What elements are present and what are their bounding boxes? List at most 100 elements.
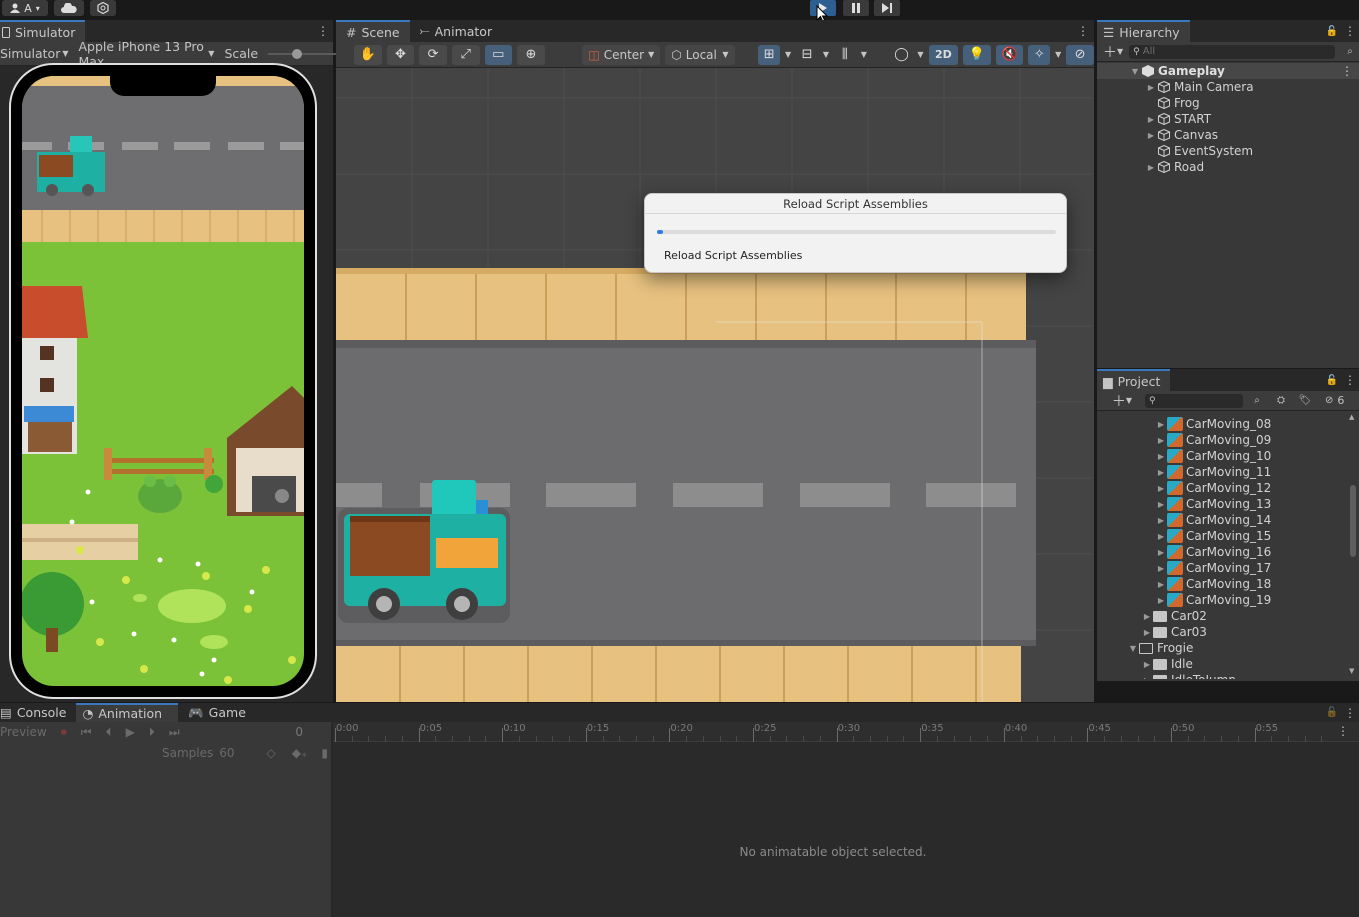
hierarchy-search[interactable]: ⚲ All xyxy=(1129,44,1335,59)
project-anim-item[interactable]: ▶ CarMoving_19 xyxy=(1097,592,1347,608)
expand-arrow-icon[interactable]: ▶ xyxy=(1145,115,1157,124)
lock-icon[interactable]: 🔓 xyxy=(1323,369,1341,391)
hierarchy-item[interactable]: ▶ Road xyxy=(1097,159,1359,175)
cloud-button[interactable] xyxy=(54,0,84,16)
project-anim-item[interactable]: ▶ CarMoving_09 xyxy=(1097,432,1347,448)
project-anim-item[interactable]: ▶ CarMoving_17 xyxy=(1097,560,1347,576)
expand-arrow-icon[interactable]: ▶ xyxy=(1155,548,1167,557)
label-icon[interactable]: 🏷 xyxy=(1295,395,1315,406)
move-tool[interactable]: ✥ xyxy=(386,44,415,65)
scrollbar-thumb[interactable] xyxy=(1350,485,1356,557)
pause-button[interactable] xyxy=(843,0,869,16)
expand-arrow-icon[interactable]: ▶ xyxy=(1155,500,1167,509)
collab-button[interactable] xyxy=(90,0,116,16)
expand-arrow-icon[interactable]: ▶ xyxy=(1155,436,1167,445)
draw-mode-button[interactable]: ◯ xyxy=(891,45,913,65)
audio-toggle[interactable]: 🔇 xyxy=(995,44,1024,65)
project-anim-item[interactable]: ▶ CarMoving_08 xyxy=(1097,416,1347,432)
lighting-toggle[interactable]: 💡 xyxy=(963,44,991,65)
space-dropdown[interactable]: ⬡ Local ▼ xyxy=(665,44,735,65)
hierarchy-root-row[interactable]: ▼ Gameplay ⋮ xyxy=(1097,63,1359,79)
scale-slider[interactable] xyxy=(268,48,347,59)
expand-arrow-icon[interactable]: ▶ xyxy=(1145,131,1157,140)
project-anim-item[interactable]: ▶ CarMoving_15 xyxy=(1097,528,1347,544)
tab-scene[interactable]: # Scene xyxy=(336,20,410,42)
next-keyframe-icon[interactable]: ⏵ xyxy=(149,725,155,740)
last-keyframe-icon[interactable]: ⏭ xyxy=(169,725,180,740)
expand-arrow-icon[interactable]: ▼ xyxy=(1127,644,1139,653)
event-marker-icon[interactable]: ▮ xyxy=(321,746,328,760)
first-keyframe-icon[interactable]: ⏮ xyxy=(81,725,92,740)
tab-project[interactable]: ▆ Project xyxy=(1097,369,1171,391)
expand-arrow-icon[interactable]: ▶ xyxy=(1155,532,1167,541)
rect-tool[interactable]: ▭ xyxy=(484,44,513,65)
project-folder-item[interactable]: ▶ Car03 xyxy=(1097,624,1347,640)
record-icon[interactable]: ⏺ xyxy=(61,725,67,740)
step-button[interactable] xyxy=(874,0,900,16)
grid-snap-toggle[interactable]: ⊞ xyxy=(758,44,781,65)
transform-tool[interactable]: ⊕ xyxy=(517,44,545,65)
simulator-mode-dropdown[interactable]: Simulator ▼ xyxy=(0,46,68,61)
game-viewport[interactable] xyxy=(22,76,304,686)
add-keyframe-icon[interactable]: ◇ xyxy=(267,746,276,760)
hierarchy-item[interactable]: ▶ START xyxy=(1097,111,1359,127)
hidden-packages-icon[interactable]: ⊘ xyxy=(1325,395,1333,406)
lock-icon[interactable]: 🔓 xyxy=(1323,703,1341,722)
scene-search-icon[interactable]: ⌕ xyxy=(1247,395,1267,406)
project-anim-item[interactable]: ▶ CarMoving_12 xyxy=(1097,480,1347,496)
expand-arrow-icon[interactable]: ▶ xyxy=(1155,420,1167,429)
kebab-menu-icon[interactable]: ⋮ xyxy=(1341,20,1359,42)
expand-arrow-icon[interactable]: ▶ xyxy=(1155,484,1167,493)
timeline-ruler[interactable]: 0:00 0:05 0:10 0:15 0:20 0:25 0:30 0:35 0:40 0:45… xyxy=(333,722,1359,742)
tab-console[interactable]: ▤ Console xyxy=(0,703,77,722)
scale-tool[interactable]: ⤢ xyxy=(451,44,480,65)
expand-arrow-icon[interactable]: ▶ xyxy=(1155,468,1167,477)
align-tool[interactable]: ⫼ xyxy=(834,45,856,65)
tab-animator[interactable]: ⤚ Animator xyxy=(409,20,503,42)
hierarchy-item[interactable]: Frog xyxy=(1097,95,1359,111)
add-event-icon[interactable]: ◆₊ xyxy=(292,746,308,760)
kebab-menu-icon[interactable]: ⋮ xyxy=(1341,369,1359,391)
project-folder-item[interactable]: ▶ Car02 xyxy=(1097,608,1347,624)
tab-game[interactable]: 🎮 Game xyxy=(178,703,256,722)
project-anim-item[interactable]: ▶ CarMoving_16 xyxy=(1097,544,1347,560)
kebab-menu-icon[interactable]: ⋮ xyxy=(1072,20,1094,42)
expand-arrow-icon[interactable]: ▶ xyxy=(1141,628,1153,637)
expand-arrow-icon[interactable]: ▶ xyxy=(1141,660,1153,669)
expand-arrow-icon[interactable]: ▶ xyxy=(1141,676,1153,680)
hierarchy-item[interactable]: ▶ Canvas xyxy=(1097,127,1359,143)
hand-tool[interactable]: ✋ xyxy=(354,44,382,65)
play-icon[interactable]: ▶ xyxy=(126,725,135,739)
project-anim-item[interactable]: ▶ CarMoving_11 xyxy=(1097,464,1347,480)
rotate-tool[interactable]: ⟳ xyxy=(419,44,447,65)
kebab-menu-icon[interactable]: ⋮ xyxy=(313,20,333,42)
visibility-toggle[interactable]: ⊘ xyxy=(1066,44,1094,65)
project-anim-item[interactable]: ▶ CarMoving_14 xyxy=(1097,512,1347,528)
project-scrollbar[interactable]: ▲ ▼ xyxy=(1349,413,1357,675)
expand-arrow-icon[interactable]: ▶ xyxy=(1155,564,1167,573)
project-anim-item[interactable]: ▶ CarMoving_18 xyxy=(1097,576,1347,592)
account-dropdown[interactable]: A ▾ xyxy=(2,0,48,16)
add-icon[interactable]: ＋ ▼ xyxy=(1103,42,1123,62)
project-open-folder[interactable]: ▼ Frogie xyxy=(1097,640,1347,656)
expand-arrow-icon[interactable]: ▶ xyxy=(1145,163,1157,172)
project-search[interactable]: ⚲ xyxy=(1145,393,1243,408)
project-subfolder-item[interactable]: ▶ IdleToJump xyxy=(1097,672,1347,679)
project-anim-item[interactable]: ▶ CarMoving_13 xyxy=(1097,496,1347,512)
pivot-dropdown[interactable]: ◫ Center ▼ xyxy=(582,44,661,65)
lock-icon[interactable]: 🔓 xyxy=(1323,20,1341,42)
scene-search-icon[interactable]: ⌕ xyxy=(1341,46,1359,57)
preview-button[interactable]: Preview xyxy=(0,725,47,739)
prev-keyframe-icon[interactable]: ⏴ xyxy=(106,725,112,740)
expand-arrow-icon[interactable]: ▶ xyxy=(1155,452,1167,461)
kebab-menu-icon[interactable]: ⋮ xyxy=(1337,724,1349,738)
expand-arrow-icon[interactable]: ▶ xyxy=(1155,580,1167,589)
samples-field[interactable]: 60 xyxy=(219,746,234,760)
tab-hierarchy[interactable]: ☰ Hierarchy xyxy=(1097,20,1190,42)
kebab-menu-icon[interactable]: ⋮ xyxy=(1341,703,1359,722)
expand-arrow-icon[interactable]: ▶ xyxy=(1155,596,1167,605)
project-subfolder-item[interactable]: ▶ Idle xyxy=(1097,656,1347,672)
mode-2d-toggle[interactable]: 2D xyxy=(928,44,959,65)
filter-type-icon[interactable]: ⛭ xyxy=(1271,395,1291,406)
hierarchy-item[interactable]: EventSystem xyxy=(1097,143,1359,159)
